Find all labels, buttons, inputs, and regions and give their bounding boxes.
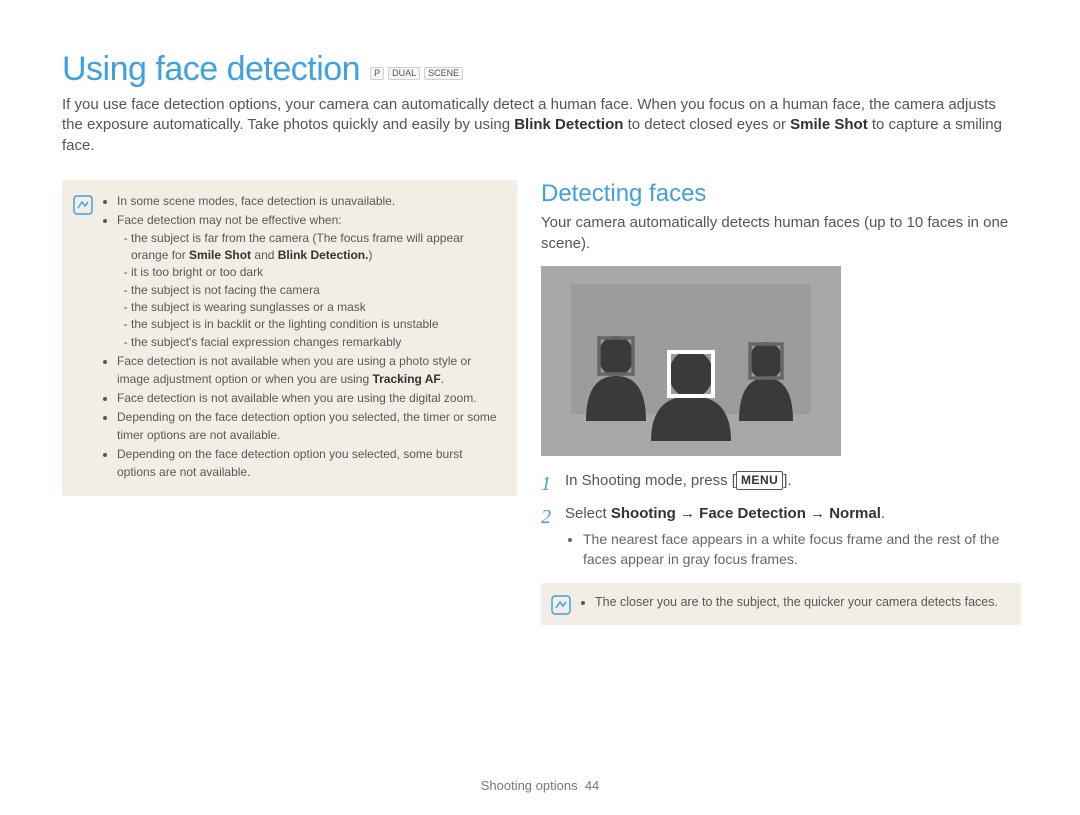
mode-icons: P DUAL SCENE	[370, 67, 463, 80]
note-item: Face detection is not available when you…	[117, 390, 502, 407]
note-box-left: In some scene modes, face detection is u…	[62, 180, 517, 496]
title-row: Using face detection P DUAL SCENE	[62, 50, 1018, 89]
illustration	[541, 266, 841, 456]
note-item: In some scene modes, face detection is u…	[117, 193, 502, 210]
section-heading: Detecting faces	[541, 180, 1021, 208]
step-number: 1	[541, 470, 555, 499]
note-subitem: it is too bright or too dark	[131, 264, 502, 281]
step-sub-bullet: The nearest face appears in a white focu…	[583, 529, 1021, 570]
page-title: Using face detection	[62, 50, 360, 89]
mode-icon-scene: SCENE	[424, 67, 463, 80]
mode-icon-dual: DUAL	[388, 67, 420, 80]
mode-icon-p: P	[370, 67, 384, 80]
note-item: Depending on the face detection option y…	[117, 446, 502, 481]
steps-list: 1 In Shooting mode, press [MENU]. 2 Sele…	[541, 470, 1021, 569]
intro-paragraph: If you use face detection options, your …	[62, 95, 1018, 156]
step-item: 1 In Shooting mode, press [MENU].	[541, 470, 1021, 499]
note-subitem: the subject is far from the camera (The …	[131, 230, 502, 265]
section-paragraph: Your camera automatically detects human …	[541, 212, 1021, 254]
note-list: In some scene modes, face detection is u…	[103, 193, 502, 483]
note-box-right: The closer you are to the subject, the q…	[541, 583, 1021, 625]
note-icon	[73, 195, 93, 215]
note-item: Face detection may not be effective when…	[117, 212, 502, 351]
note-subitem: the subject is not facing the camera	[131, 282, 502, 299]
note-item: Depending on the face detection option y…	[117, 409, 502, 444]
note-subitem: the subject is wearing sunglasses or a m…	[131, 299, 502, 316]
menu-button-label: MENU	[736, 471, 783, 490]
note-subitem: the subject is in backlit or the lightin…	[131, 316, 502, 333]
step-number: 2	[541, 503, 555, 569]
note-item: Face detection is not available when you…	[117, 353, 502, 388]
note-subitem: the subject's facial expression changes …	[131, 334, 502, 351]
note-icon	[551, 595, 571, 615]
page-footer: Shooting options 44	[0, 778, 1080, 793]
small-note-item: The closer you are to the subject, the q…	[595, 593, 998, 611]
step-item: 2 Select Shooting → Face Detection → Nor…	[541, 503, 1021, 569]
